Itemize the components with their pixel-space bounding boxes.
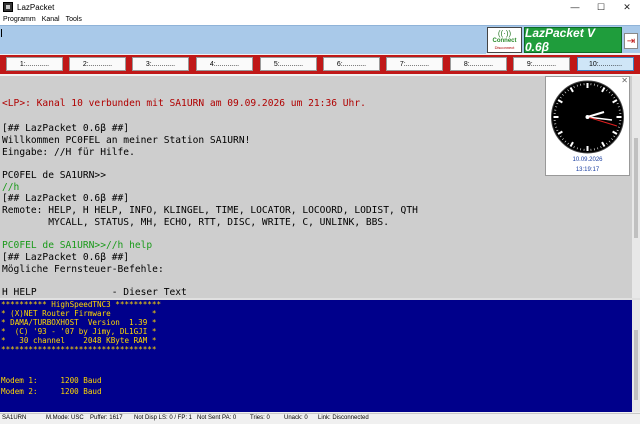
version-label: LazPacket V 0.6β [525,26,596,54]
qso-output: <LP>: Kanal 10 verbunden mit SA1URN am 0… [0,76,632,298]
channel-tab-3[interactable]: 3:............ [132,57,189,71]
qso-line: Willkommen PC0FEL an meiner Station SA1U… [2,135,251,146]
status-not-sent: Not Sent PA: 0 [197,415,237,421]
qso-line: <LP>: Kanal 10 verbunden mit SA1URN am 0… [2,98,366,109]
channel-tab-7[interactable]: 7:............ [386,57,443,71]
maximize-button[interactable]: ☐ [588,0,614,14]
exit-icon[interactable]: ⇥ [624,33,638,49]
analog-clock [551,80,624,154]
status-link: Link: Disconnected [318,415,369,421]
status-call: SA1URN [2,415,27,421]
status-bar: SA1URN M.Mode: USC Puffer: 1617 Not Disp… [0,413,640,424]
channel-tab-9[interactable]: 9:............ [513,57,570,71]
minimize-button[interactable]: — [562,0,588,14]
channel-tab-5[interactable]: 5:............ [260,57,317,71]
clock-time: 13:19:17 [575,167,600,173]
tnc-scrollbar[interactable] [632,300,640,412]
qso-line: Remote: HELP, H HELP, INFO, KLINGEL, TIM… [2,205,418,216]
tnc-output: ********** HighSpeedTNC3 ********** * (X)… [0,300,632,412]
tnc-line: Modem 2: 1200 Baud [1,387,102,396]
tnc-line: Modem 1: 1200 Baud [1,376,102,385]
menu-programm[interactable]: Programm [3,16,36,23]
channel-tab-8[interactable]: 8:............ [450,57,507,71]
qso-line: Mögliche Fernsteuer-Befehle: [2,264,164,275]
qso-line: H HELP - Dieser Text [2,287,187,298]
status-not-disp: Not Disp LS: 0 / FP: 1 [134,415,193,421]
qso-line: Eingabe: //H für Hilfe. [2,147,135,158]
qso-line: PC0FEL de SA1URN>> [2,170,106,181]
channel-tabs: 1:............ 2:............ 3:..........… [0,57,640,72]
antenna-icon: ((·)) [497,29,512,38]
connect-label: Connect [492,38,517,44]
menu-bar: Programm Kanal Tools [0,14,640,25]
channel-tab-6[interactable]: 6:............ [323,57,380,71]
qso-line: [## LazPacket 0.6β ##] [2,123,130,134]
status-buffer: Puffer: 1617 [90,415,123,421]
status-tries: Tries: 0 [250,415,270,421]
window-title: LazPacket [17,2,55,12]
tnc-line: ********************************** [1,345,157,354]
channel-tab-2[interactable]: 2:............ [69,57,126,71]
window-controls: — ☐ ✕ [562,0,640,14]
toolbar: ((·)) Connect Disconnect LazPacket V 0.6… [0,25,640,54]
qso-line: [## LazPacket 0.6β ##] [2,193,130,204]
qso-line: PC0FEL de SA1URN>>//h help [2,240,153,251]
menu-kanal[interactable]: Kanal [42,16,60,23]
text-caret [1,29,2,37]
title-bar: LazPacket — ☐ ✕ [0,0,640,14]
command-input[interactable] [0,26,486,54]
clock-panel: ✕ 10.09.2026 13:19:17 [545,76,630,176]
connect-button[interactable]: ((·)) Connect Disconnect [487,27,522,53]
close-button[interactable]: ✕ [614,0,640,14]
app-icon [3,2,13,12]
status-unack: Unack: 0 [284,415,308,421]
channel-tab-1[interactable]: 1:............ [6,57,63,71]
qso-scroll-thumb[interactable] [634,138,638,238]
clock-close-icon[interactable]: ✕ [621,76,628,85]
tnc-scroll-thumb[interactable] [634,330,638,400]
disconnect-label: Disconnect [494,45,515,50]
clock-date: 10.09.2026 [572,157,603,163]
qso-line: //h [2,182,20,193]
qso-line: [## LazPacket 0.6β ##] [2,252,130,263]
status-mode: M.Mode: USC [46,415,84,421]
version-banner: LazPacket V 0.6β [524,26,622,54]
qso-scrollbar[interactable] [632,76,640,298]
menu-tools[interactable]: Tools [66,16,82,23]
qso-line: MYCALL, STATUS, MH, ECHO, RTT, DISC, WRI… [2,217,389,228]
channel-tab-10[interactable]: 10:............ [577,57,634,71]
channel-tab-4[interactable]: 4:............ [196,57,253,71]
